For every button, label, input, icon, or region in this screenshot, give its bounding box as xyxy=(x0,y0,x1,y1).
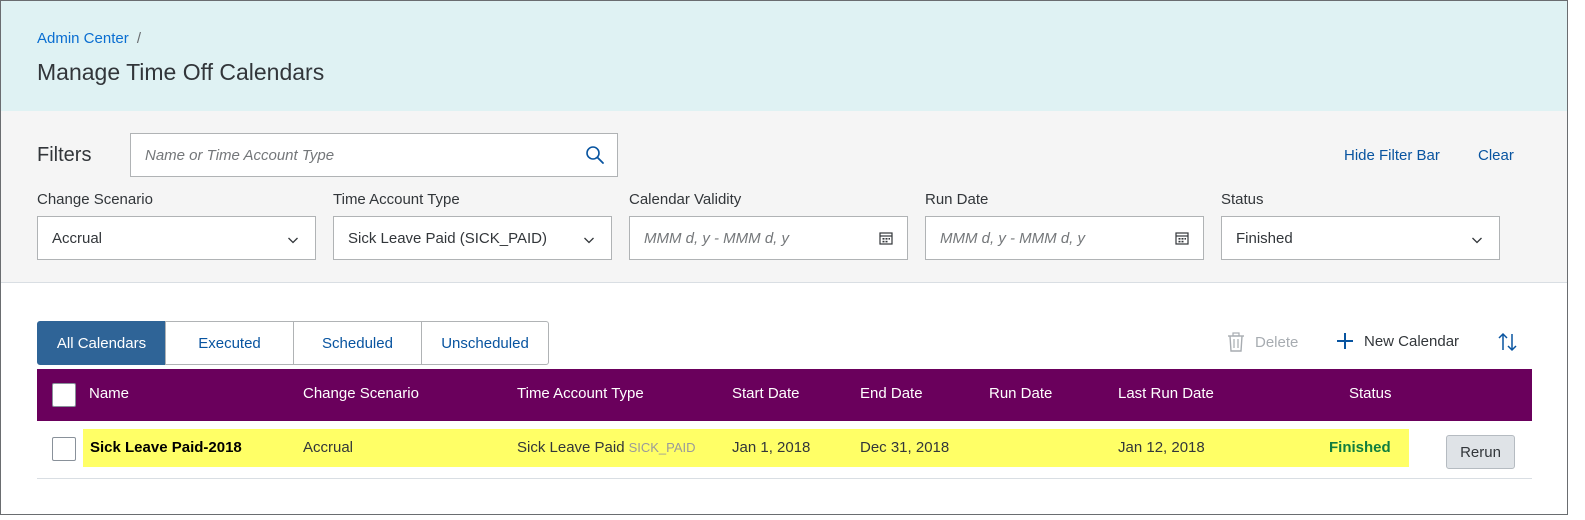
tab-all-calendars[interactable]: All Calendars xyxy=(37,321,166,365)
column-header-name[interactable]: Name xyxy=(89,385,129,402)
calendar-validity-placeholder: MMM d, y - MMM d, y xyxy=(644,230,789,247)
column-header-status[interactable]: Status xyxy=(1349,385,1392,402)
sort-icon xyxy=(1498,332,1517,352)
status-label: Status xyxy=(1221,191,1264,208)
column-header-end-date[interactable]: End Date xyxy=(860,385,923,402)
delete-button[interactable]: Delete xyxy=(1227,332,1298,352)
column-header-last-run-date[interactable]: Last Run Date xyxy=(1118,385,1214,402)
search-input[interactable] xyxy=(132,135,572,175)
search-field xyxy=(130,133,618,177)
breadcrumb-separator: / xyxy=(136,30,142,47)
chevron-down-icon xyxy=(1471,233,1483,245)
column-header-time-account-type[interactable]: Time Account Type xyxy=(517,385,644,402)
table-row[interactable]: Sick Leave Paid-2018 Accrual Sick Leave … xyxy=(37,421,1532,479)
sort-button[interactable] xyxy=(1497,332,1529,352)
last-run-date-cell: Jan 12, 2018 xyxy=(1118,439,1205,456)
breadcrumb-admin-center-link[interactable]: Admin Center xyxy=(37,30,129,47)
time-account-type-label: Time Account Type xyxy=(333,191,460,208)
column-header-start-date[interactable]: Start Date xyxy=(732,385,800,402)
run-date-label: Run Date xyxy=(925,191,989,208)
clear-filters-link[interactable]: Clear xyxy=(1478,147,1514,164)
hide-filter-bar-link[interactable]: Hide Filter Bar xyxy=(1344,147,1440,164)
page-title: Manage Time Off Calendars xyxy=(37,59,325,85)
start-date-cell: Jan 1, 2018 xyxy=(732,439,811,456)
calendar-validity-label: Calendar Validity xyxy=(629,191,742,208)
time-account-code: SICK_PAID xyxy=(628,440,696,455)
column-header-run-date[interactable]: Run Date xyxy=(989,385,1052,402)
calendar-icon[interactable] xyxy=(1175,231,1189,245)
breadcrumb: Admin Center / xyxy=(37,30,141,47)
calendar-validity-picker[interactable]: MMM d, y - MMM d, y xyxy=(629,216,908,260)
run-date-picker[interactable]: MMM d, y - MMM d, y xyxy=(925,216,1204,260)
change-scenario-value: Accrual xyxy=(52,230,103,247)
rerun-button[interactable]: Rerun xyxy=(1446,435,1515,469)
tab-executed[interactable]: Executed xyxy=(165,321,294,365)
time-account-type-text: Sick Leave Paid xyxy=(517,439,625,456)
time-account-type-select[interactable]: Sick Leave Paid (SICK_PAID) xyxy=(333,216,612,260)
trash-icon xyxy=(1228,332,1244,352)
chevron-down-icon xyxy=(583,233,595,245)
column-header-change-scenario[interactable]: Change Scenario xyxy=(303,385,419,402)
status-value: Finished xyxy=(1236,230,1293,247)
row-checkbox[interactable] xyxy=(52,437,76,461)
change-scenario-cell: Accrual xyxy=(303,439,354,456)
calendar-name[interactable]: Sick Leave Paid-2018 xyxy=(90,439,242,456)
search-icon[interactable] xyxy=(585,145,605,165)
end-date-cell: Dec 31, 2018 xyxy=(860,439,950,456)
chevron-down-icon xyxy=(287,233,299,245)
delete-label: Delete xyxy=(1255,333,1299,351)
change-scenario-label: Change Scenario xyxy=(37,191,153,208)
tab-scheduled[interactable]: Scheduled xyxy=(293,321,422,365)
calendar-tabs: All Calendars Executed Scheduled Unsched… xyxy=(37,321,549,365)
calendar-icon[interactable] xyxy=(879,231,893,245)
status-select[interactable]: Finished xyxy=(1221,216,1500,260)
time-account-type-cell: Sick Leave Paid SICK_PAID xyxy=(517,439,696,456)
change-scenario-select[interactable]: Accrual xyxy=(37,216,316,260)
run-date-placeholder: MMM d, y - MMM d, y xyxy=(940,230,1085,247)
filter-bar: Filters Hide Filter Bar Clear Change Sce… xyxy=(1,111,1567,283)
status-badge: Finished xyxy=(1329,439,1391,456)
app-window: Admin Center / Manage Time Off Calendars… xyxy=(0,0,1568,515)
plus-icon xyxy=(1337,333,1353,349)
new-calendar-button[interactable]: New Calendar xyxy=(1336,332,1459,350)
tab-unscheduled[interactable]: Unscheduled xyxy=(421,321,549,365)
time-account-type-value: Sick Leave Paid (SICK_PAID) xyxy=(348,230,547,247)
select-all-checkbox[interactable] xyxy=(52,383,76,407)
page-header: Admin Center / Manage Time Off Calendars xyxy=(1,1,1567,111)
table-header: Name Change Scenario Time Account Type S… xyxy=(37,369,1532,421)
filters-label: Filters xyxy=(37,144,92,166)
new-calendar-label: New Calendar xyxy=(1364,332,1460,350)
